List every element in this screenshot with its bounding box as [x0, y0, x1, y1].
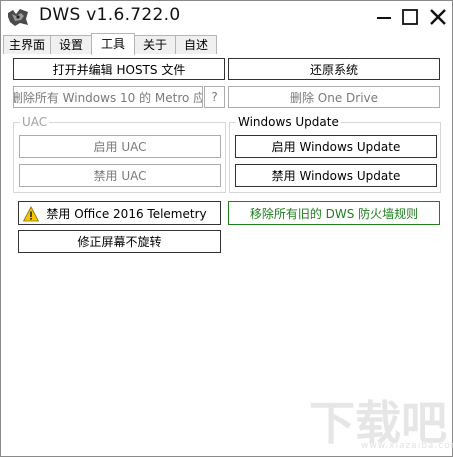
uac-group: UAC 启用 UAC 禁用 UAC — [13, 115, 226, 193]
edit-hosts-button[interactable]: 打开并编辑 HOSTS 文件 — [13, 58, 225, 80]
delete-onedrive-button[interactable]: 删除 One Drive — [228, 86, 440, 108]
window-title: DWS v1.6.722.0 — [39, 5, 181, 25]
maximize-button[interactable] — [397, 5, 423, 29]
warning-icon — [23, 206, 39, 222]
restore-system-button[interactable]: 还原系统 — [228, 58, 440, 80]
app-window: DWS v1.6.722.0 主界面 设置 工具 关于 自述 打开并编辑 HOS… — [0, 0, 453, 457]
close-button[interactable] — [425, 5, 451, 29]
tab-tools[interactable]: 工具 — [91, 33, 135, 55]
minimize-icon — [377, 17, 391, 19]
close-icon — [430, 9, 446, 25]
title-bar[interactable]: DWS v1.6.722.0 — [1, 1, 452, 33]
tab-about[interactable]: 关于 — [134, 35, 176, 54]
metro-help-button[interactable]: ? — [204, 86, 225, 108]
fix-screen-rotation-button[interactable]: 修正屏幕不旋转 — [18, 230, 221, 253]
disable-office-telemetry-label: 禁用 Office 2016 Telemetry — [46, 206, 207, 221]
tab-readme[interactable]: 自述 — [175, 35, 217, 54]
remove-old-firewall-rules-button[interactable]: 移除所有旧的 DWS 防火墙规则 — [228, 201, 440, 225]
disable-office-telemetry-button[interactable]: 禁用 Office 2016 Telemetry — [18, 201, 221, 225]
tab-main[interactable]: 主界面 — [3, 35, 51, 54]
maximize-icon — [402, 9, 418, 25]
disable-windows-update-button[interactable]: 禁用 Windows Update — [235, 164, 437, 187]
disable-uac-button[interactable]: 禁用 UAC — [19, 164, 221, 187]
dws-logo-icon — [8, 9, 28, 26]
enable-uac-button[interactable]: 启用 UAC — [19, 135, 221, 158]
tab-settings[interactable]: 设置 — [50, 35, 92, 54]
tab-bar: 主界面 设置 工具 关于 自述 — [1, 33, 452, 56]
minimize-button[interactable] — [371, 5, 397, 29]
uac-group-title: UAC — [20, 115, 50, 129]
watermark-url: www.xiazaiba.com — [361, 441, 453, 451]
delete-metro-apps-button[interactable]: 删除所有 Windows 10 的 Metro 应 — [13, 86, 203, 108]
enable-windows-update-button[interactable]: 启用 Windows Update — [235, 135, 437, 158]
windows-update-group: Windows Update 启用 Windows Update 禁用 Wind… — [229, 115, 441, 193]
windows-update-group-title: Windows Update — [236, 115, 341, 129]
